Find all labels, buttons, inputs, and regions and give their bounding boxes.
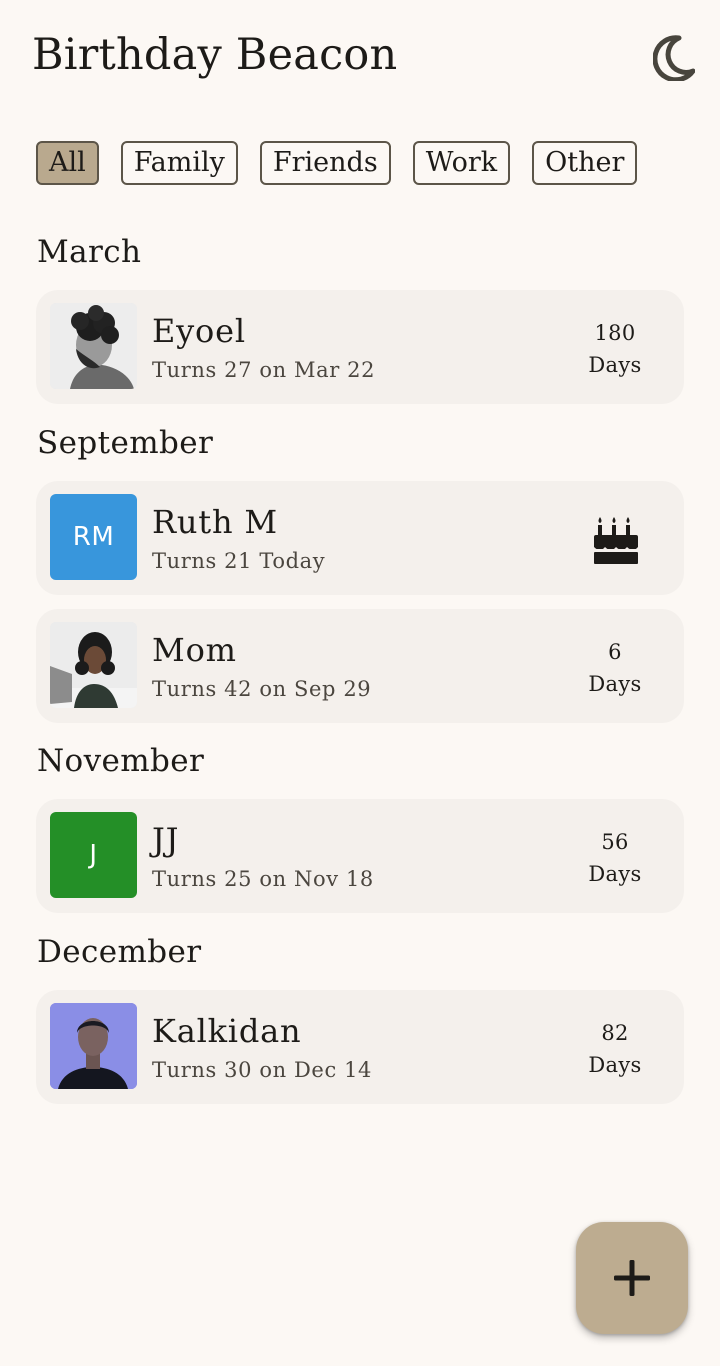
avatar-photo — [50, 622, 137, 708]
birthday-card-jj[interactable]: J JJ Turns 25 on Nov 18 56 Days — [36, 799, 684, 913]
days-label: Days — [588, 1053, 642, 1077]
filter-chip-all[interactable]: All — [36, 141, 99, 185]
days-label: Days — [588, 862, 642, 886]
avatar-photo — [50, 1003, 137, 1089]
person-name: JJ — [152, 821, 180, 859]
birthday-subtitle: Turns 30 on Dec 14 — [152, 1058, 373, 1082]
avatar: RM — [50, 494, 137, 580]
days-countdown: 56 Days — [576, 826, 654, 890]
birthday-subtitle: Turns 25 on Nov 18 — [152, 867, 374, 891]
birthday-card-eyoel[interactable]: Eyoel Turns 27 on Mar 22 180 Days — [36, 290, 684, 404]
avatar — [50, 622, 137, 708]
filter-chip-work[interactable]: Work — [412, 141, 511, 185]
plus-icon — [614, 1260, 650, 1296]
filter-chip-family[interactable]: Family — [120, 141, 238, 185]
days-count: 6 — [608, 640, 622, 664]
birthday-card-ruth-m[interactable]: RM Ruth M Turns 21 Today — [36, 481, 684, 595]
section-title-november: November — [37, 743, 205, 779]
avatar — [50, 1003, 137, 1089]
avatar — [50, 303, 137, 389]
days-countdown: 180 Days — [576, 317, 654, 381]
app-title: Birthday Beacon — [32, 30, 398, 80]
person-name: Kalkidan — [152, 1012, 302, 1050]
app-header: Birthday Beacon — [0, 0, 720, 120]
days-label: Days — [588, 672, 642, 696]
avatar-initials: J — [89, 840, 98, 870]
days-count: 82 — [601, 1021, 629, 1045]
avatar-photo — [50, 303, 137, 389]
filter-chip-friends[interactable]: Friends — [259, 141, 391, 185]
days-countdown: 6 Days — [576, 636, 654, 700]
avatar-initials: RM — [72, 522, 115, 552]
person-name: Eyoel — [152, 312, 246, 350]
days-label: Days — [588, 353, 642, 377]
cake-icon — [594, 517, 638, 564]
days-count: 180 — [594, 321, 636, 345]
section-title-december: December — [37, 934, 202, 970]
days-countdown: 82 Days — [576, 1017, 654, 1081]
birthday-card-mom[interactable]: Mom Turns 42 on Sep 29 6 Days — [36, 609, 684, 723]
moon-icon — [653, 35, 695, 81]
filter-chip-other[interactable]: Other — [532, 141, 638, 185]
birthday-subtitle: Turns 27 on Mar 22 — [152, 358, 376, 382]
birthday-subtitle: Turns 21 Today — [152, 549, 326, 573]
birthday-list-screen: Birthday Beacon All Family Friends Work … — [0, 0, 720, 1366]
birthday-subtitle: Turns 42 on Sep 29 — [152, 677, 372, 701]
section-title-september: September — [37, 425, 214, 461]
days-count: 56 — [601, 830, 629, 854]
person-name: Mom — [152, 631, 237, 669]
filter-chips: All Family Friends Work Other — [36, 141, 638, 185]
person-name: Ruth M — [152, 503, 278, 541]
add-birthday-button[interactable] — [576, 1222, 688, 1334]
avatar: J — [50, 812, 137, 898]
section-title-march: March — [37, 234, 142, 270]
theme-toggle-button[interactable] — [646, 30, 702, 86]
birthday-card-kalkidan[interactable]: Kalkidan Turns 30 on Dec 14 82 Days — [36, 990, 684, 1104]
